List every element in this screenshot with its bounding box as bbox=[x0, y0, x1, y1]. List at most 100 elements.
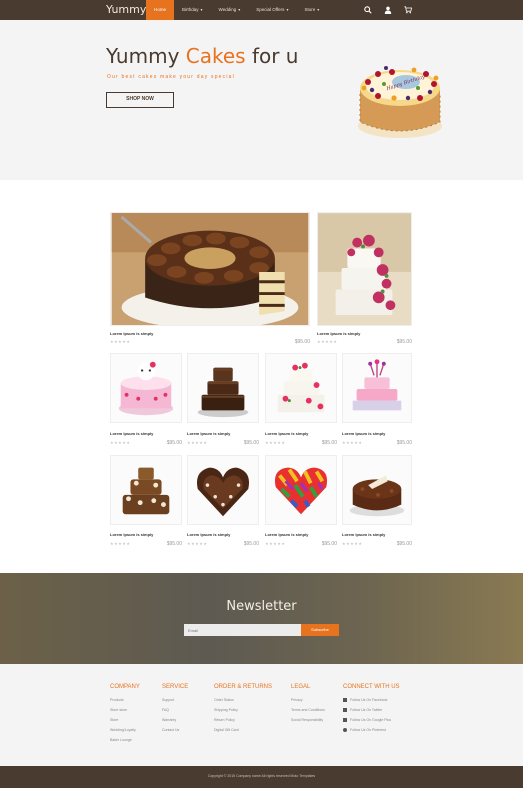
copyright-bar: Copyright © 2015 Company name All rights… bbox=[0, 766, 523, 788]
footer-link[interactable]: Return Policy bbox=[214, 718, 272, 722]
product-image bbox=[265, 455, 337, 525]
menu-item-label: Special Offers bbox=[256, 7, 285, 12]
subscribe-button[interactable]: Subscribe bbox=[301, 624, 339, 636]
footer-heading: SERVICE bbox=[162, 684, 189, 690]
hero-title-part: Yummy bbox=[106, 44, 186, 68]
rating-stars: ★★★★★ bbox=[187, 440, 208, 445]
rating-stars: ★★★★★ bbox=[110, 440, 131, 445]
menu-item-wedding[interactable]: Wedding ▾ bbox=[211, 0, 249, 20]
product-card[interactable]: Lorem Ipsum is simply ★★★★★ $95.00 bbox=[110, 353, 182, 449]
facebook-icon bbox=[343, 698, 347, 703]
footer-link[interactable]: Products bbox=[110, 698, 140, 702]
footer-link[interactable]: Digital Gift Card bbox=[214, 728, 272, 732]
footer-link[interactable]: Warranty bbox=[162, 718, 188, 722]
main-menu: Home Birthday ▾ Wedding ▾ Special Offers ▾ … bbox=[146, 0, 327, 20]
footer-link[interactable]: Shipping Policy bbox=[214, 708, 272, 712]
footer-social-link[interactable]: Follow Us On Facebook bbox=[343, 698, 400, 703]
product-image bbox=[317, 212, 412, 326]
footer-link[interactable]: Order Status bbox=[214, 698, 272, 702]
user-icon[interactable] bbox=[384, 6, 392, 14]
product-image bbox=[342, 455, 412, 525]
footer-social-link[interactable]: Follow Us On Pinterest bbox=[343, 728, 400, 733]
product-card[interactable]: Lorem Ipsum is simply ★★★★★ $95.00 bbox=[187, 353, 259, 449]
twitter-icon bbox=[343, 708, 347, 713]
footer-heading: LEGAL bbox=[291, 684, 311, 690]
product-price: $95.00 bbox=[243, 541, 259, 547]
product-image bbox=[110, 212, 310, 326]
menu-item-home[interactable]: Home bbox=[146, 0, 175, 20]
footer-link[interactable]: Store store bbox=[110, 708, 140, 712]
rating-stars: ★★★★★ bbox=[342, 541, 363, 546]
footer-link[interactable]: FAQ bbox=[162, 708, 188, 712]
product-image bbox=[187, 455, 259, 525]
menu-item-birthday[interactable]: Birthday ▾ bbox=[174, 0, 211, 20]
product-title[interactable]: Lorem Ipsum is simply bbox=[110, 532, 153, 537]
shop-now-button[interactable]: SHOP NOW bbox=[106, 92, 174, 108]
product-title[interactable]: Lorem Ipsum is simply bbox=[342, 431, 385, 436]
product-image bbox=[342, 353, 412, 423]
product-card[interactable]: Lorem Ipsum is simply ★★★★★ $95.00 bbox=[110, 212, 310, 347]
footer-link-label: Follow Us On Pinterest bbox=[350, 728, 386, 732]
product-title[interactable]: Lorem Ipsum is simply bbox=[317, 331, 360, 336]
footer-link-label: Follow Us On Facebook bbox=[350, 698, 388, 702]
product-card[interactable]: Lorem Ipsum is simply ★★★★★ $95.00 bbox=[317, 212, 412, 347]
menu-item-label: Store bbox=[304, 7, 316, 12]
footer-social-link[interactable]: Follow Us On Twitter bbox=[343, 708, 400, 713]
product-price: $95.00 bbox=[321, 440, 337, 446]
footer-link[interactable]: Contact Us bbox=[162, 728, 188, 732]
footer-link[interactable]: Social Responsibility bbox=[291, 718, 325, 722]
footer-link[interactable]: Wedding/Loyalty bbox=[110, 728, 140, 732]
product-title[interactable]: Lorem Ipsum is simply bbox=[187, 532, 230, 537]
search-icon[interactable] bbox=[364, 6, 372, 14]
product-title[interactable]: Lorem Ipsum is simply bbox=[110, 431, 153, 436]
product-card[interactable]: Lorem Ipsum is simply ★★★★★ $95.00 bbox=[342, 455, 412, 549]
nav-icons bbox=[364, 0, 412, 20]
product-price: $95.00 bbox=[166, 440, 182, 446]
email-field[interactable] bbox=[184, 624, 301, 636]
product-title[interactable]: Lorem Ipsum is simply bbox=[187, 431, 230, 436]
footer-link[interactable]: Baker Lounge bbox=[110, 738, 140, 742]
hero-title-part: for u bbox=[245, 44, 299, 68]
brand-logo[interactable]: Yummy bbox=[106, 3, 146, 16]
footer-link[interactable]: Privacy bbox=[291, 698, 325, 702]
product-title[interactable]: Lorem Ipsum is simply bbox=[342, 532, 385, 537]
rating-stars: ★★★★★ bbox=[342, 440, 363, 445]
product-card[interactable]: Lorem Ipsum is simply ★★★★★ $95.00 bbox=[187, 455, 259, 549]
product-price: $95.00 bbox=[294, 339, 310, 345]
footer: COMPANY Products Store store Store Weddi… bbox=[0, 664, 523, 766]
product-title[interactable]: Lorem Ipsum is simply bbox=[265, 431, 308, 436]
product-image bbox=[110, 353, 182, 423]
product-price: $95.00 bbox=[243, 440, 259, 446]
footer-link-label: Follow Us On Twitter bbox=[350, 708, 383, 712]
product-title[interactable]: Lorem Ipsum is simply bbox=[110, 331, 153, 336]
footer-link[interactable]: Store bbox=[110, 718, 140, 722]
footer-link[interactable]: Terms and Conditions bbox=[291, 708, 325, 712]
footer-social-link[interactable]: Follow Us On Google Plus bbox=[343, 718, 400, 723]
footer-col-orders: ORDER & RETURNS Order Status Shipping Po… bbox=[214, 684, 272, 738]
product-card[interactable]: Lorem Ipsum is simply ★★★★★ $95.00 bbox=[342, 353, 412, 449]
product-card[interactable]: Lorem Ipsum is simply ★★★★★ $95.00 bbox=[265, 353, 337, 449]
product-image bbox=[265, 353, 337, 423]
product-price: $95.00 bbox=[321, 541, 337, 547]
product-price: $95.00 bbox=[396, 541, 412, 547]
product-title[interactable]: Lorem Ipsum is simply bbox=[265, 532, 308, 537]
hero-subtitle: Our best cakes make your day special bbox=[107, 74, 235, 80]
menu-item-special-offers[interactable]: Special Offers ▾ bbox=[248, 0, 296, 20]
rating-stars: ★★★★★ bbox=[317, 339, 338, 344]
google-plus-icon bbox=[343, 718, 347, 723]
product-price: $95.00 bbox=[396, 339, 412, 345]
newsletter-section: Newsletter Subscribe bbox=[0, 573, 523, 664]
product-price: $95.00 bbox=[396, 440, 412, 446]
pinterest-icon bbox=[343, 728, 347, 733]
rating-stars: ★★★★★ bbox=[265, 541, 286, 546]
footer-link[interactable]: Support bbox=[162, 698, 188, 702]
rating-stars: ★★★★★ bbox=[110, 339, 131, 344]
rating-stars: ★★★★★ bbox=[265, 440, 286, 445]
footer-col-company: COMPANY Products Store store Store Weddi… bbox=[110, 684, 140, 748]
menu-item-store[interactable]: Store ▾ bbox=[296, 0, 327, 20]
product-image bbox=[110, 455, 182, 525]
product-card[interactable]: Lorem Ipsum is simply ★★★★★ $95.00 bbox=[110, 455, 182, 549]
chevron-down-icon: ▾ bbox=[286, 7, 289, 12]
cart-icon[interactable] bbox=[404, 6, 412, 14]
product-card[interactable]: Lorem Ipsum is simply ★★★★★ $95.00 bbox=[265, 455, 337, 549]
